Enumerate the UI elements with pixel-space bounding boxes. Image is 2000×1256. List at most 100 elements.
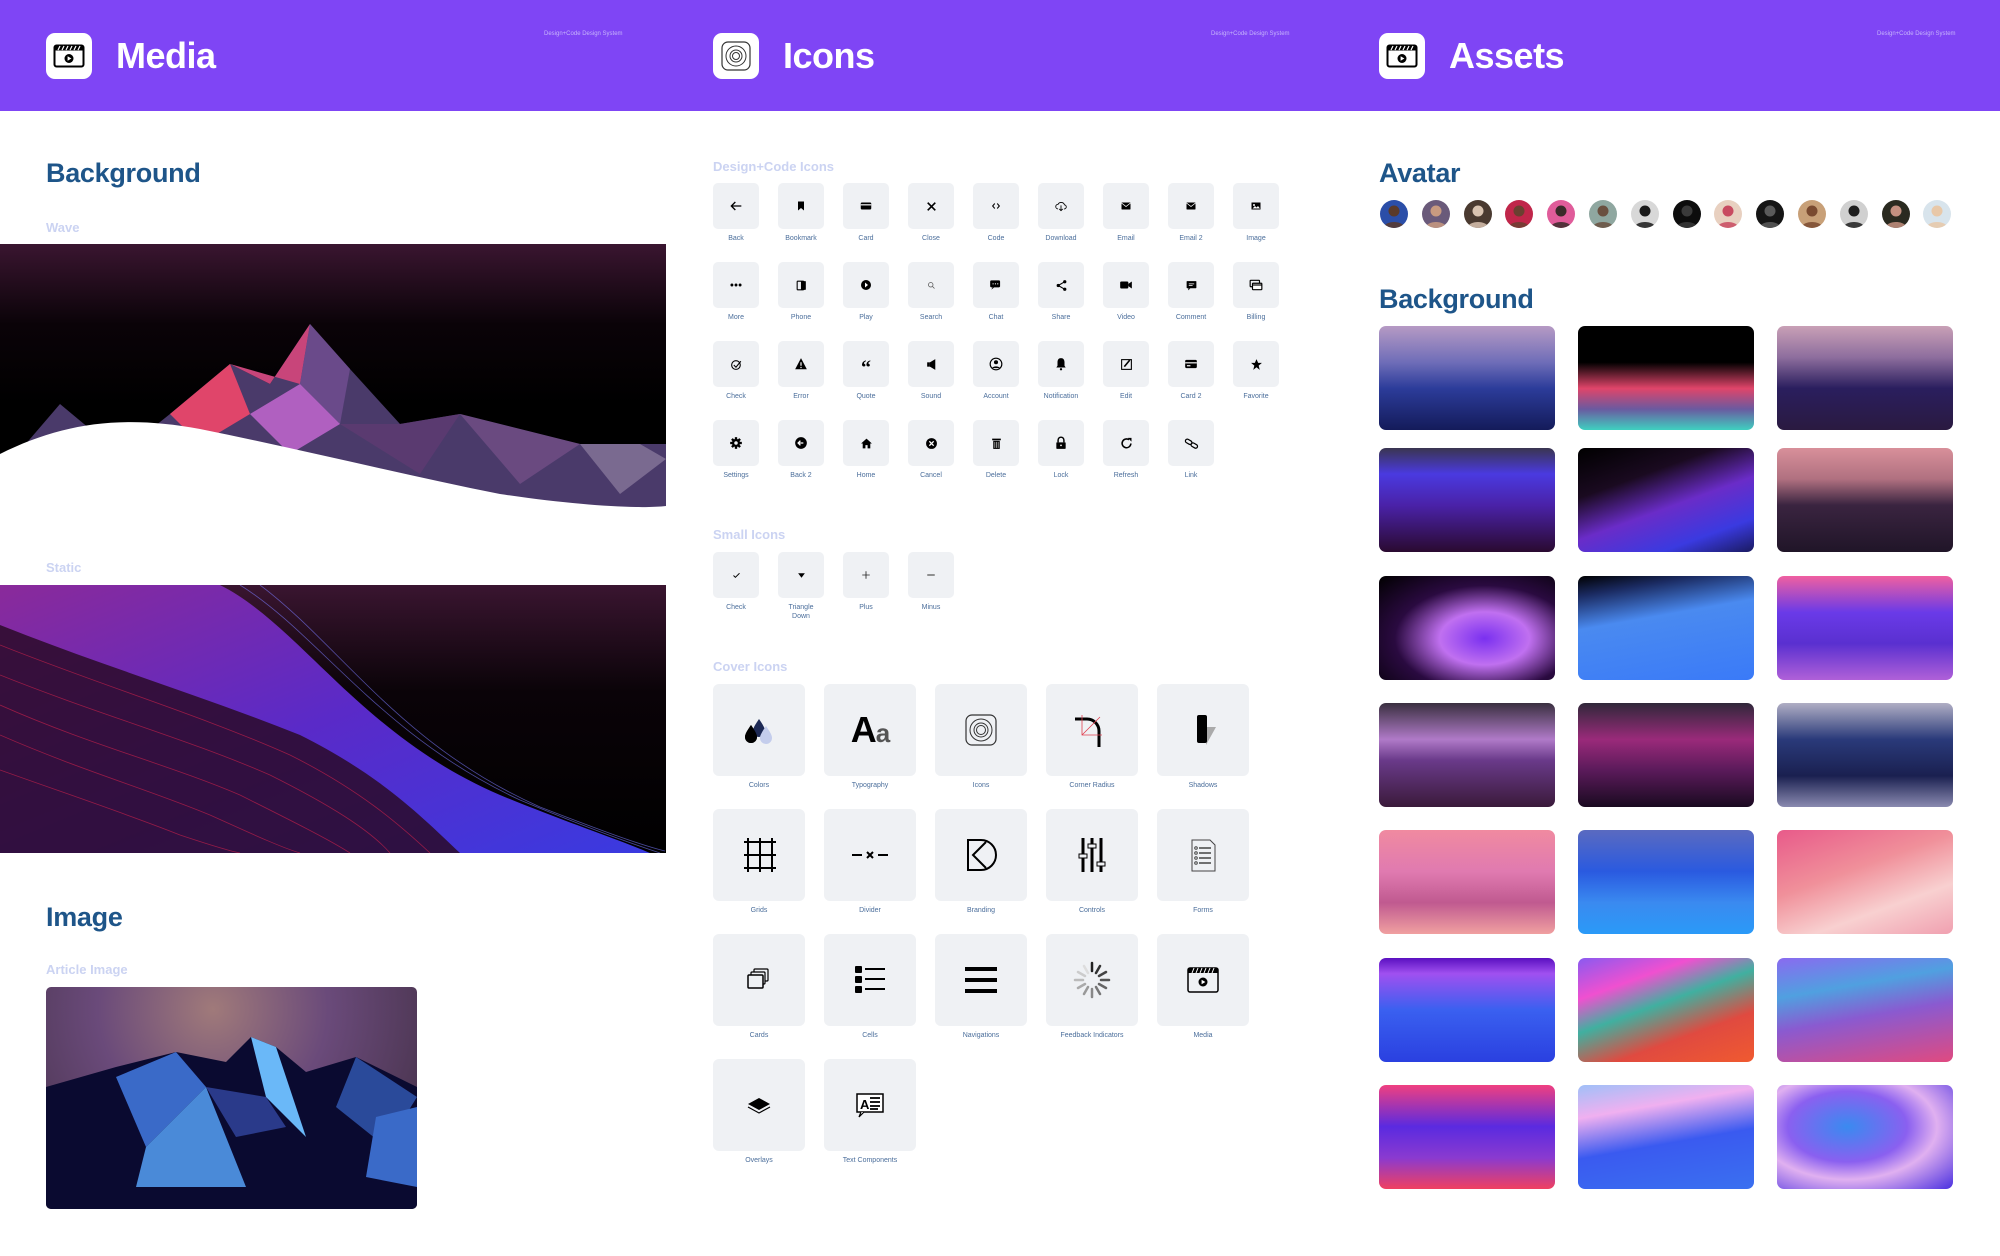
avatar[interactable]: [1714, 200, 1743, 228]
background-thumbnail-wave-teal-pink[interactable]: [1777, 958, 1953, 1062]
small-icon-tile-triangle-down[interactable]: [778, 552, 824, 598]
cover-tile-colors[interactable]: [713, 684, 805, 776]
icon-tile-quote[interactable]: “: [843, 341, 889, 387]
lock-icon: [1054, 436, 1068, 450]
cover-tile-overlays[interactable]: [713, 1059, 805, 1151]
icon-tile-account[interactable]: [973, 341, 1019, 387]
icon-tile-cancel[interactable]: [908, 420, 954, 466]
icon-tile-error[interactable]: [778, 341, 824, 387]
cover-tile-controls[interactable]: [1046, 809, 1138, 901]
background-thumbnail-lowpoly-navy[interactable]: [1777, 703, 1953, 807]
icon-tile-home[interactable]: [843, 420, 889, 466]
background-thumbnail-lowpoly-peach-dark[interactable]: [1777, 448, 1953, 552]
cover-tile-forms[interactable]: [1157, 809, 1249, 901]
icon-tile-link[interactable]: [1168, 420, 1214, 466]
link-icon: [1184, 436, 1199, 451]
background-thumbnail-wave-pink-violet[interactable]: [1379, 1085, 1555, 1189]
icon-tile-check[interactable]: [713, 341, 759, 387]
cover-tile-media[interactable]: [1157, 934, 1249, 1026]
background-thumbnail-wave-blue-purple[interactable]: [1379, 448, 1555, 552]
background-thumbnail-dunes-dusk[interactable]: [1379, 703, 1555, 807]
cover-tile-grids[interactable]: [713, 809, 805, 901]
icon-tile-play[interactable]: [843, 262, 889, 308]
icon-tile-card-2[interactable]: [1168, 341, 1214, 387]
cover-tile-cards[interactable]: [713, 934, 805, 1026]
background-thumbnail-hills-magenta[interactable]: [1578, 703, 1754, 807]
icon-tile-lock[interactable]: [1038, 420, 1084, 466]
icon-tile-favorite[interactable]: [1233, 341, 1279, 387]
avatar[interactable]: [1923, 200, 1952, 228]
icon-tile-edit[interactable]: [1103, 341, 1149, 387]
wave-background-image: [0, 244, 666, 513]
icon-tile-delete[interactable]: [973, 420, 1019, 466]
background-thumbnail-wave-sky-blue[interactable]: [1578, 576, 1754, 680]
avatar[interactable]: [1547, 200, 1576, 228]
icon-tile-back[interactable]: [713, 183, 759, 229]
background-thumbnail-lowpoly-blue-dusk[interactable]: [1379, 326, 1555, 430]
icon-tile-phone[interactable]: [778, 262, 824, 308]
icon-tile-image[interactable]: [1233, 183, 1279, 229]
icon-tile-video[interactable]: [1103, 262, 1149, 308]
avatar[interactable]: [1756, 200, 1785, 228]
cover-tile-cells[interactable]: [824, 934, 916, 1026]
background-thumbnail-wave-purple-pink[interactable]: [1777, 576, 1953, 680]
icon-tile-back-2[interactable]: [778, 420, 824, 466]
icon-tile-notification[interactable]: [1038, 341, 1084, 387]
icon-tile-card[interactable]: [843, 183, 889, 229]
icon-tile-download[interactable]: [1038, 183, 1084, 229]
cover-tile-divider[interactable]: [824, 809, 916, 901]
icon-tile-email-2[interactable]: [1168, 183, 1214, 229]
avatar[interactable]: [1798, 200, 1826, 228]
background-thumbnail-blur-violet[interactable]: [1777, 1085, 1953, 1189]
background-thumbnail-desert-pink-rocks[interactable]: [1777, 830, 1953, 934]
background-thumbnail-lowpoly-pink[interactable]: [1379, 830, 1555, 934]
comment-icon: [1185, 279, 1198, 292]
small-icon-tile-check[interactable]: [713, 552, 759, 598]
icon-tile-chat[interactable]: [973, 262, 1019, 308]
icon-tile-bookmark[interactable]: [778, 183, 824, 229]
icon-tile-share[interactable]: [1038, 262, 1084, 308]
cover-tile-text-components[interactable]: A: [824, 1059, 916, 1151]
avatar[interactable]: [1630, 200, 1659, 228]
avatar[interactable]: [1589, 200, 1617, 228]
background-thumbnail-terrain-blue-violet[interactable]: [1379, 958, 1555, 1062]
cover-tile-icons[interactable]: [935, 684, 1027, 776]
background-thumbnail-lowpoly-neon-dark[interactable]: [1578, 326, 1754, 430]
avatar[interactable]: [1672, 200, 1701, 228]
background-thumbnail-wave-dark-blue[interactable]: [1578, 448, 1754, 552]
cover-tile-corner-radius[interactable]: [1046, 684, 1138, 776]
cover-tile-shadows[interactable]: [1157, 684, 1249, 776]
avatar[interactable]: [1881, 200, 1910, 228]
background-thumbnail-terrain-blue-glow[interactable]: [1578, 1085, 1754, 1189]
small-icon-tile-minus[interactable]: [908, 552, 954, 598]
background-thumbnail-lowpoly-bright-blue[interactable]: [1578, 830, 1754, 934]
avatar[interactable]: [1421, 200, 1450, 228]
icon-tile-comment[interactable]: [1168, 262, 1214, 308]
icon-tile-code[interactable]: [973, 183, 1019, 229]
icon-label: More: [728, 314, 744, 321]
cover-tile-typography[interactable]: Aa: [824, 684, 916, 776]
icon-tile-sound[interactable]: [908, 341, 954, 387]
icon-tile-refresh[interactable]: [1103, 420, 1149, 466]
settings-icon: [729, 436, 743, 450]
icon-label: Chat: [988, 314, 1004, 321]
icon-tile-search[interactable]: [908, 262, 954, 308]
avatar[interactable]: [1463, 200, 1492, 228]
cover-tile-feedback-indicators[interactable]: [1046, 934, 1138, 1026]
avatar[interactable]: [1505, 200, 1534, 228]
background-thumbnail-blob-violet[interactable]: [1379, 576, 1555, 680]
design-code-icons-heading: Design+Code Icons: [713, 159, 834, 174]
card-2-icon: [1184, 357, 1198, 371]
small-icon-tile-plus[interactable]: [843, 552, 889, 598]
icon-tile-close[interactable]: [908, 183, 954, 229]
avatar[interactable]: [1380, 200, 1408, 228]
icon-tile-billing[interactable]: [1233, 262, 1279, 308]
avatar[interactable]: [1839, 200, 1868, 228]
icon-tile-email[interactable]: [1103, 183, 1149, 229]
background-thumbnail-lowpoly-purple-pink[interactable]: [1777, 326, 1953, 430]
cover-tile-navigations[interactable]: [935, 934, 1027, 1026]
icon-tile-settings[interactable]: [713, 420, 759, 466]
icon-tile-more[interactable]: [713, 262, 759, 308]
background-thumbnail-wave-red-teal[interactable]: [1578, 958, 1754, 1062]
cover-tile-branding[interactable]: [935, 809, 1027, 901]
